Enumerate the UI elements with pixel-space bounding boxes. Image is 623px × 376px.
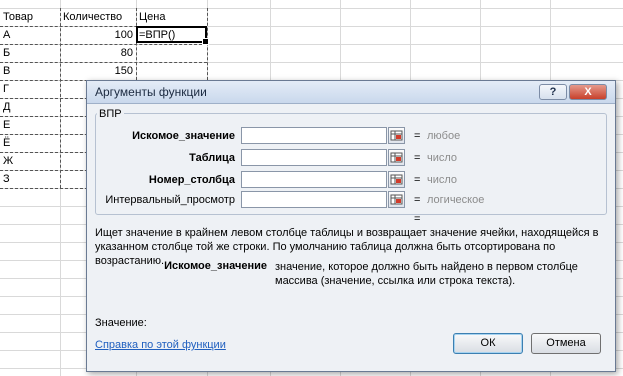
arg-type-column-index: число bbox=[427, 174, 458, 186]
cancel-button[interactable]: Отмена bbox=[531, 333, 601, 354]
collapse-dialog-button[interactable] bbox=[388, 191, 405, 208]
ok-button[interactable]: ОК bbox=[453, 333, 523, 354]
current-argument-description: значение, которое должно быть найдено в … bbox=[275, 261, 578, 287]
collapse-dialog-button[interactable] bbox=[388, 149, 405, 166]
collapse-dialog-button[interactable] bbox=[388, 127, 405, 144]
arg-label-lookup-value: Искомое_значение bbox=[132, 130, 235, 142]
help-button[interactable]: ? bbox=[539, 84, 567, 100]
cell-quantity[interactable]: 100 bbox=[60, 26, 136, 44]
cell-quantity[interactable]: 150 bbox=[60, 62, 136, 80]
lookup-value-input[interactable] bbox=[241, 127, 387, 144]
function-name-label: ВПР bbox=[97, 108, 124, 120]
formula-result-eq: = bbox=[414, 213, 421, 225]
value-label: Значение: bbox=[95, 317, 147, 329]
arg-label-range-lookup: Интервальный_просмотр bbox=[105, 194, 235, 206]
arg-label-column-index: Номер_столбца bbox=[148, 174, 235, 186]
arg-type-range-lookup: логическое bbox=[427, 194, 485, 206]
arg-label-table: Таблица bbox=[189, 152, 235, 164]
cell-product[interactable]: Ё bbox=[0, 134, 60, 152]
cell-quantity[interactable]: 80 bbox=[60, 44, 136, 62]
range-select-icon bbox=[390, 174, 403, 185]
dialog-title: Аргументы функции bbox=[95, 85, 207, 99]
arg-type-lookup-value: любое bbox=[427, 130, 461, 142]
header-product[interactable]: Товар bbox=[0, 8, 60, 26]
cell-product[interactable]: А bbox=[0, 26, 60, 44]
column-index-input[interactable] bbox=[241, 171, 387, 188]
range-select-icon bbox=[390, 130, 403, 141]
header-quantity[interactable]: Количество bbox=[60, 8, 136, 26]
close-button[interactable]: X bbox=[569, 84, 607, 100]
cell-product[interactable]: Д bbox=[0, 98, 60, 116]
arg-eq: = bbox=[414, 130, 421, 142]
table-input[interactable] bbox=[241, 149, 387, 166]
current-argument-name: Искомое_значение bbox=[164, 260, 267, 272]
arg-eq: = bbox=[414, 174, 421, 186]
range-lookup-input[interactable] bbox=[241, 191, 387, 208]
range-select-icon bbox=[390, 194, 403, 205]
help-on-function-link[interactable]: Справка по этой функции bbox=[95, 339, 226, 351]
active-cell-cursor bbox=[136, 26, 209, 45]
cell-product[interactable]: Г bbox=[0, 80, 60, 98]
collapse-dialog-button[interactable] bbox=[388, 171, 405, 188]
cell-product[interactable]: З bbox=[0, 170, 60, 188]
header-price[interactable]: Цена bbox=[136, 8, 207, 26]
cell-product[interactable]: Е bbox=[0, 116, 60, 134]
arg-eq: = bbox=[414, 152, 421, 164]
function-arguments-dialog: Аргументы функции ? X ВПР Искомое_значен… bbox=[86, 80, 616, 372]
arg-eq: = bbox=[414, 194, 421, 206]
fill-handle[interactable] bbox=[202, 38, 209, 45]
cell-product[interactable]: Б bbox=[0, 44, 60, 62]
cell-product[interactable]: Ж bbox=[0, 152, 60, 170]
arg-type-table: число bbox=[427, 152, 458, 164]
range-select-icon bbox=[390, 152, 403, 163]
cell-product[interactable]: В bbox=[0, 62, 60, 80]
dialog-titlebar[interactable]: Аргументы функции ? X bbox=[87, 81, 615, 104]
